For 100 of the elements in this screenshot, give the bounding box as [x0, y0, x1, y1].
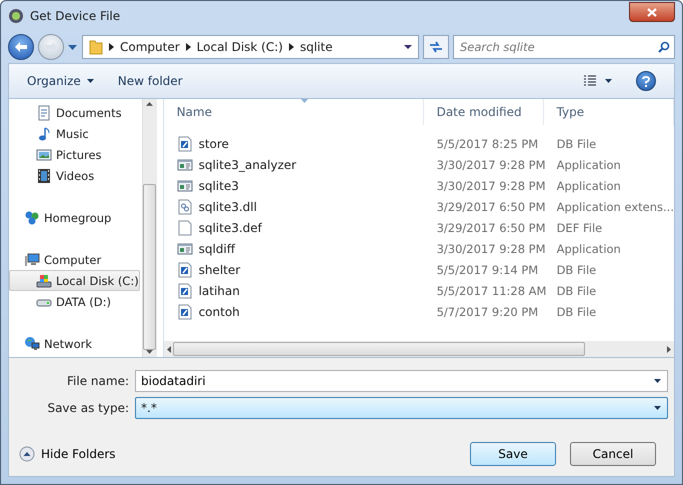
- question-mark-icon: [642, 76, 650, 86]
- breadcrumb[interactable]: sqlite: [300, 40, 333, 54]
- caret-icon: [68, 44, 77, 50]
- chevron-right-icon: [109, 43, 114, 51]
- close-button[interactable]: [629, 2, 675, 22]
- type-cell-text: DB File: [556, 284, 598, 298]
- application-icon: [176, 240, 193, 256]
- save-type-dropdown[interactable]: *.*: [135, 397, 668, 419]
- cancel-button[interactable]: Cancel: [570, 442, 656, 466]
- nav-item[interactable]: Homegroup: [9, 207, 140, 228]
- date-cell-text: 3/29/2017 6:50 PM: [436, 220, 544, 234]
- nav-item[interactable]: Local Disk (C:): [9, 270, 140, 291]
- database-file-icon: [176, 282, 193, 298]
- list-view-icon: [583, 75, 597, 87]
- app-icon: [8, 8, 24, 24]
- column-header[interactable]: Date modified: [424, 99, 544, 125]
- blank-file-icon: [176, 220, 193, 236]
- caret-icon: [404, 45, 412, 49]
- search-icon: [658, 41, 670, 53]
- column-header[interactable]: Type: [544, 99, 674, 125]
- arrow-right-icon: [667, 346, 671, 352]
- search-field[interactable]: Search sqlite: [453, 35, 675, 59]
- application-icon: [176, 178, 193, 194]
- caret-icon: [654, 379, 661, 383]
- sort-arrow-icon: [300, 99, 309, 103]
- back-button[interactable]: [8, 34, 34, 60]
- file-name[interactable]: latihan: [198, 284, 240, 298]
- breadcrumb[interactable]: Computer: [120, 40, 180, 54]
- date-cell-text: 5/5/2017 11:28 AM: [436, 284, 544, 298]
- database-file-icon: [176, 136, 193, 152]
- application-icon: [176, 156, 193, 172]
- type-cell-text: DB File: [556, 304, 598, 318]
- nav-item[interactable]: Pictures: [9, 144, 140, 165]
- type-cell-text: Application: [556, 178, 622, 192]
- refresh-button[interactable]: [423, 35, 449, 59]
- organize-button[interactable]: Organize: [27, 72, 94, 90]
- refresh-icon: [429, 41, 443, 53]
- nav-item[interactable]: DATA (D:): [9, 291, 140, 312]
- homegroup-icon: [24, 210, 40, 226]
- arrow-up-icon: [146, 102, 154, 106]
- scroll-thumb[interactable]: [143, 184, 156, 350]
- chevron-up-icon: [19, 446, 35, 462]
- window-title: Get Device File: [30, 9, 122, 23]
- horizontal-scrollbar[interactable]: [164, 341, 674, 357]
- file-name[interactable]: contoh: [198, 304, 240, 318]
- caret-icon: [86, 79, 94, 83]
- type-cell-text: DB File: [556, 136, 598, 150]
- videos-icon: [36, 168, 52, 184]
- breadcrumb[interactable]: Local Disk (C:): [196, 40, 283, 54]
- arrow-down-icon: [146, 350, 154, 354]
- hide-folders-button[interactable]: Hide Folders: [19, 446, 116, 462]
- address-bar[interactable]: Computer Local Disk (C:) sqlite: [82, 35, 419, 59]
- nav-item[interactable]: Videos: [9, 165, 140, 186]
- chevron-right-icon: [288, 43, 294, 51]
- database-file-icon: [176, 262, 193, 278]
- nav-item[interactable]: Network: [9, 333, 140, 354]
- caret-icon: [605, 79, 612, 83]
- nav-item[interactable]: Music: [9, 123, 140, 144]
- new-folder-button[interactable]: New folder: [118, 72, 183, 90]
- date-cell-text: 3/30/2017 9:28 PM: [436, 158, 544, 172]
- help-button[interactable]: [636, 71, 656, 91]
- file-name[interactable]: sqlite3.def: [198, 220, 262, 234]
- column-header[interactable]: Name: [164, 99, 424, 125]
- scroll-thumb[interactable]: [172, 342, 585, 356]
- pictures-icon: [36, 146, 52, 162]
- nav-item[interactable]: Computer: [9, 249, 140, 270]
- network-icon: [24, 336, 40, 352]
- file-name-label: File name:: [66, 374, 130, 388]
- date-cell-text: 5/5/2017 9:14 PM: [436, 262, 540, 276]
- nav-item[interactable]: Documents: [9, 102, 140, 123]
- type-cell-text: DEF File: [556, 220, 604, 234]
- folder-icon: [89, 39, 103, 55]
- date-cell-text: 5/7/2017 9:20 PM: [436, 304, 540, 318]
- close-icon: [647, 8, 657, 16]
- save-type-label: Save as type:: [46, 401, 130, 415]
- date-cell-text: 5/5/2017 8:25 PM: [436, 136, 540, 150]
- disk-icon: [36, 272, 52, 288]
- database-file-icon: [176, 304, 193, 320]
- file-name[interactable]: sqlite3_analyzer: [198, 158, 296, 172]
- type-cell-text: Application: [556, 242, 622, 256]
- file-name[interactable]: shelter: [198, 262, 240, 276]
- file-name[interactable]: sqldiff: [198, 242, 235, 256]
- music-icon: [36, 126, 52, 142]
- file-name[interactable]: sqlite3.dll: [198, 200, 257, 214]
- save-button[interactable]: Save: [470, 442, 556, 466]
- vertical-scrollbar[interactable]: [142, 99, 157, 357]
- computer-icon: [24, 252, 40, 268]
- view-options-button[interactable]: [583, 75, 612, 87]
- arrow-right-icon: [44, 41, 58, 53]
- file-name[interactable]: sqlite3: [198, 178, 239, 192]
- date-cell-text: 3/30/2017 9:28 PM: [436, 242, 544, 256]
- caret-icon: [654, 406, 661, 410]
- type-cell-text: DB File: [556, 262, 598, 276]
- file-name-field[interactable]: biodatadiri: [135, 370, 668, 392]
- arrow-left-icon: [166, 346, 171, 352]
- date-cell-text: 3/30/2017 9:28 PM: [436, 178, 544, 192]
- file-name[interactable]: store: [198, 136, 229, 150]
- chevron-right-icon: [186, 43, 191, 51]
- date-cell-text: 3/29/2017 6:50 PM: [436, 200, 544, 214]
- documents-icon: [36, 104, 52, 120]
